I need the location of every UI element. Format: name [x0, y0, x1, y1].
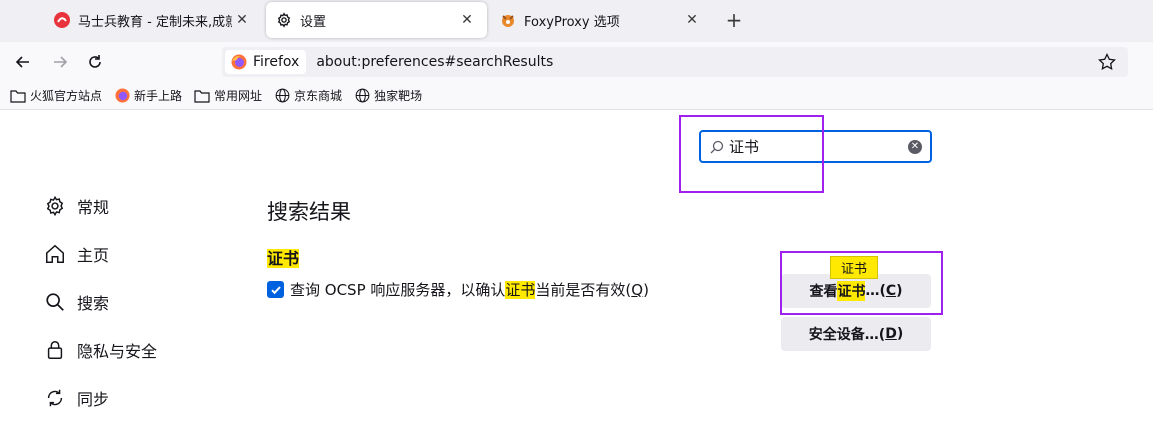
- firefox-icon: [114, 88, 130, 104]
- reload-icon: [89, 55, 101, 68]
- globe-icon: [274, 88, 290, 104]
- tab-strip: 马士兵教育 - 定制未来,成就更好 ✕ 设置 ✕ FoxyProxy 选项 ✕ …: [0, 0, 1153, 42]
- globe-icon: [354, 88, 370, 104]
- category-label: 主页: [77, 246, 110, 265]
- bookmark-label: 常用网址: [214, 89, 263, 103]
- security-devices-button[interactable]: 安全设备…(D): [781, 317, 931, 351]
- tab-foxyproxy[interactable]: FoxyProxy 选项 ✕: [490, 2, 712, 38]
- foxyproxy-icon: [500, 12, 516, 28]
- category-label: 常规: [77, 198, 110, 217]
- identity-box[interactable]: Firefox: [225, 50, 307, 74]
- category-sync[interactable]: 同步: [43, 386, 109, 410]
- home-icon: [43, 242, 67, 266]
- url-text[interactable]: about:preferences#searchResults: [316, 54, 553, 70]
- folder-icon: [194, 88, 210, 104]
- close-icon[interactable]: ✕: [682, 10, 702, 30]
- annotation-box-view-certificates: [780, 251, 943, 315]
- close-icon[interactable]: ✕: [457, 10, 477, 30]
- bookmark-label: 独家靶场: [374, 89, 423, 103]
- category-home[interactable]: 主页: [43, 242, 109, 266]
- close-icon[interactable]: ✕: [232, 10, 252, 30]
- tab-title: FoxyProxy 选项: [524, 14, 620, 30]
- bookmark-item[interactable]: 常用网址: [194, 87, 262, 104]
- clear-search-icon[interactable]: ✕: [908, 140, 922, 154]
- tab-title: 马士兵教育 - 定制未来,成就更好: [78, 14, 232, 30]
- firefox-icon: [231, 54, 247, 70]
- url-bar[interactable]: Firefox about:preferences#searchResults: [222, 47, 1128, 77]
- forward-button[interactable]: [47, 49, 73, 75]
- tab-mashibing[interactable]: 马士兵教育 - 定制未来,成就更好 ✕: [44, 2, 262, 38]
- preferences-content: ✕ 常规 主页 搜索 隐私与安全 同步 搜索结果 证书: [0, 110, 1153, 425]
- bookmark-label: 火狐官方站点: [30, 89, 103, 103]
- search-results-heading: 搜索结果: [267, 200, 351, 224]
- tab-settings[interactable]: 设置 ✕: [266, 2, 487, 38]
- bookmark-item[interactable]: 火狐官方站点: [10, 87, 102, 104]
- search-highlight: 证书: [267, 249, 300, 268]
- bookmark-item[interactable]: 独家靶场: [354, 87, 422, 104]
- mashibing-favicon: [54, 12, 70, 28]
- ocsp-checkbox-row[interactable]: 查询 OCSP 响应服务器，以确认证书当前是否有效(Q): [267, 279, 649, 300]
- category-privacy[interactable]: 隐私与安全: [43, 338, 157, 362]
- bookmark-label: 新手上路: [134, 89, 183, 103]
- back-button[interactable]: [10, 49, 36, 75]
- gear-icon: [276, 12, 292, 28]
- category-label: 隐私与安全: [77, 342, 158, 361]
- bookmark-item[interactable]: 新手上路: [114, 87, 182, 104]
- category-label: 搜索: [77, 294, 110, 313]
- bookmarks-toolbar: 火狐官方站点 新手上路 常用网址 京东商城 独家靶场: [0, 82, 1153, 110]
- category-search[interactable]: 搜索: [43, 290, 109, 314]
- search-icon: [43, 290, 67, 314]
- ocsp-checkbox[interactable]: [267, 281, 284, 298]
- navigation-toolbar: Firefox about:preferences#searchResults: [0, 42, 1153, 82]
- folder-icon: [10, 88, 26, 104]
- reload-button[interactable]: [82, 49, 108, 75]
- new-tab-button[interactable]: +: [722, 8, 746, 32]
- sync-icon: [43, 386, 67, 410]
- bookmark-label: 京东商城: [294, 89, 343, 103]
- annotation-box-search: [679, 115, 824, 193]
- arrow-left-icon: [15, 56, 29, 68]
- bookmark-star-icon[interactable]: [1098, 53, 1116, 71]
- search-highlight: 证书: [505, 281, 536, 299]
- ocsp-label: 查询 OCSP 响应服务器，以确认证书当前是否有效(Q): [290, 281, 649, 299]
- category-label: 同步: [77, 390, 110, 409]
- checkmark-icon: [270, 285, 281, 294]
- gear-icon: [43, 194, 67, 218]
- identity-label: Firefox: [253, 54, 300, 70]
- bookmark-item[interactable]: 京东商城: [274, 87, 342, 104]
- lock-icon: [43, 338, 67, 362]
- category-general[interactable]: 常规: [43, 194, 109, 218]
- tab-title: 设置: [300, 14, 327, 30]
- arrow-right-icon: [54, 56, 68, 68]
- certificates-group-title: 证书: [267, 245, 300, 269]
